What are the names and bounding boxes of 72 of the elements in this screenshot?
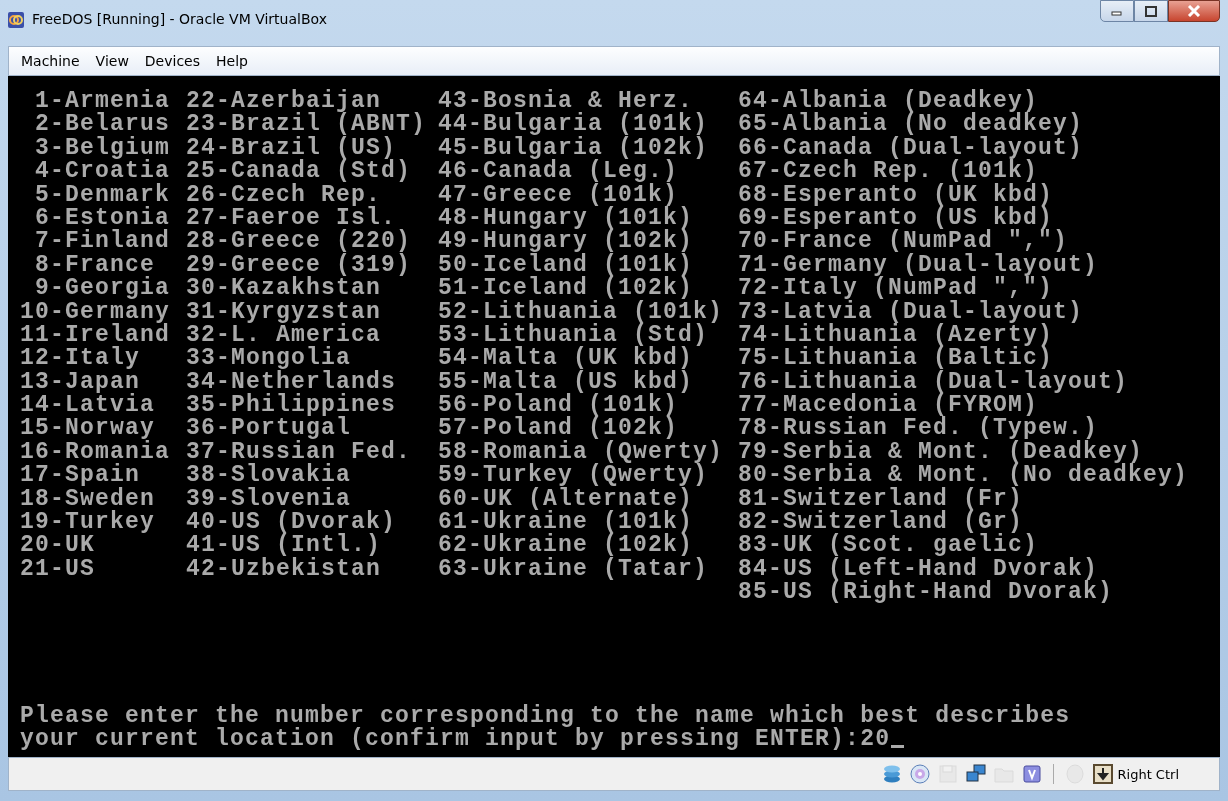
layout-option: 38-Slovakia [186,464,438,488]
layout-option: 45-Bulgaria (102k) [438,136,738,161]
layout-option: 19-Turkey [20,511,186,535]
layout-option: 35-Philippines [186,394,438,418]
layout-option: 17-Spain [20,464,186,488]
layout-option: 30-Kazakhstan [186,277,438,301]
layout-option: 26-Czech Rep. [186,183,438,207]
layout-option: 68-Esperanto (UK kbd) [738,183,1054,207]
layout-option: 9-Georgia [20,277,186,301]
layout-option: 23-Brazil (ABNT) [186,113,438,137]
layout-option: 65-Albania (No deadkey) [738,113,1084,137]
menu-item[interactable]: Help [210,51,254,71]
layout-option: 10-Germany [20,300,186,324]
layout-option: 13-Japan [20,370,186,395]
layout-option: 15-Norway [20,417,186,441]
input-value[interactable]: 20 [860,727,891,752]
window-title: FreeDOS [Running] - Oracle VM VirtualBox [32,11,327,27]
layout-option: 2-Belarus [20,113,186,137]
layout-option: 25-Canada (Std) [186,160,438,184]
layout-option: 4-Croatia [20,160,186,184]
layout-option: 59-Turkey (Qwerty) [438,464,738,488]
prompt-text: Please enter the number corresponding to the name which best describes [20,704,1071,728]
prompt-text: your current location (confirm input by pressing ENTER): [20,727,861,752]
layout-option: 33-Mongolia [186,347,438,371]
app-icon [8,12,24,28]
layout-option: 28-Greece (220) [186,230,438,254]
layout-option: 63-Ukraine (Tatar) [438,557,738,582]
network-icon[interactable] [964,763,987,785]
layout-option: 36-Portugal [186,417,438,441]
layout-option: 12-Italy [20,347,186,371]
layout-option: 80-Serbia & Mont. (No deadkey) [738,464,1189,488]
layout-option: 44-Bulgaria (101k) [438,113,738,137]
layout-option: 3-Belgium [20,136,186,161]
layout-option: 41-US (Intl.) [186,534,438,558]
layout-option: 57-Poland (102k) [438,417,738,441]
layout-option: 5-Denmark [20,183,186,207]
optical-disc-icon[interactable] [908,763,931,785]
layout-option: 67-Czech Rep. (101k) [738,160,1039,184]
layout-option: 31-Kyrgyzstan [186,300,438,324]
menu-item[interactable]: Devices [138,51,207,71]
layout-option: 85-US (Right-Hand Dvorak) [738,581,1114,605]
chip-icon[interactable] [1020,763,1043,785]
layout-option: 75-Lithuania (Baltic) [738,347,1054,371]
layout-option: 71-Germany (Dual-layout) [738,253,1099,278]
layout-option: 14-Latvia [20,394,186,418]
layout-option: 42-Uzbekistan [186,557,438,582]
layout-option: 20-UK [20,534,186,558]
close-button[interactable] [1168,0,1220,22]
layout-option: 21-US [20,557,186,582]
host-key-label: Right Ctrl [1117,766,1179,782]
layout-option: 70-France (NumPad ",") [738,230,1069,254]
menu-item[interactable]: View [89,51,135,71]
layout-option: 83-UK (Scot. gaelic) [738,534,1039,558]
maximize-icon [1145,5,1157,17]
layout-option: 46-Canada (Leg.) [438,160,738,184]
maximize-button[interactable] [1134,0,1168,22]
close-icon [1187,5,1201,17]
down-arrow-key-icon[interactable] [1091,763,1114,785]
layout-option: 48-Hungary (101k) [438,206,738,231]
layout-option: 51-Iceland (102k) [438,277,738,301]
menu-item[interactable]: Machine [15,51,86,71]
layout-option: 7-Finland [20,230,186,254]
layout-option: 62-Ukraine (102k) [438,534,738,558]
layout-option: 73-Latvia (Dual-layout) [738,300,1084,324]
layout-option: 52-Lithuania (101k) [438,300,738,324]
layout-option: 72-Italy (NumPad ",") [738,277,1054,301]
layout-option: 40-US (Dvorak) [186,511,438,535]
layout-option: 78-Russian Fed. (Typew.) [738,417,1099,441]
layout-option: 47-Greece (101k) [438,183,738,207]
layout-option: 54-Malta (UK kbd) [438,347,738,371]
layout-option: 49-Hungary (102k) [438,230,738,254]
text-cursor [891,745,905,749]
